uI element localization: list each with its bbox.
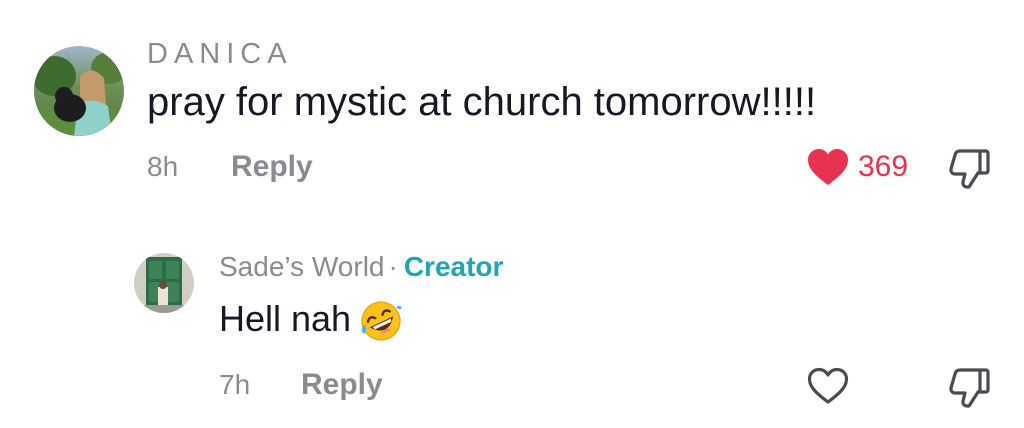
separator-dot: · xyxy=(388,251,398,282)
comment-username[interactable]: Sade’s World xyxy=(219,251,385,282)
comment-timestamp: 8h xyxy=(147,151,179,182)
dislike-icon[interactable] xyxy=(946,145,992,191)
avatar-photo-icon xyxy=(134,253,194,313)
like-heart-icon[interactable] xyxy=(806,147,850,187)
like-count: 369 xyxy=(858,150,909,183)
reply-comment-item: Sade’s World · Creator Hell nah 7h Reply xyxy=(0,215,1024,428)
reply-button[interactable]: Reply xyxy=(231,150,313,184)
rolling-laughing-emoji-icon xyxy=(359,299,403,343)
comment-username-line: Sade’s World · Creator xyxy=(219,251,503,283)
creator-badge: Creator xyxy=(403,251,504,282)
comment-item: DANICA pray for mystic at church tomorro… xyxy=(0,0,1024,215)
comment-username[interactable]: DANICA xyxy=(147,38,293,71)
comment-text-line: Hell nah xyxy=(219,298,403,343)
comment-text: pray for mystic at church tomorrow!!!!! xyxy=(147,80,817,124)
comment-timestamp: 7h xyxy=(219,369,251,400)
dislike-icon[interactable] xyxy=(946,364,992,410)
reply-button[interactable]: Reply xyxy=(301,368,383,402)
comment-text: Hell nah xyxy=(219,298,352,339)
user-avatar[interactable] xyxy=(34,46,124,136)
user-avatar[interactable] xyxy=(134,253,194,313)
avatar-photo-icon xyxy=(34,46,124,136)
like-heart-outline-icon[interactable] xyxy=(806,366,850,406)
